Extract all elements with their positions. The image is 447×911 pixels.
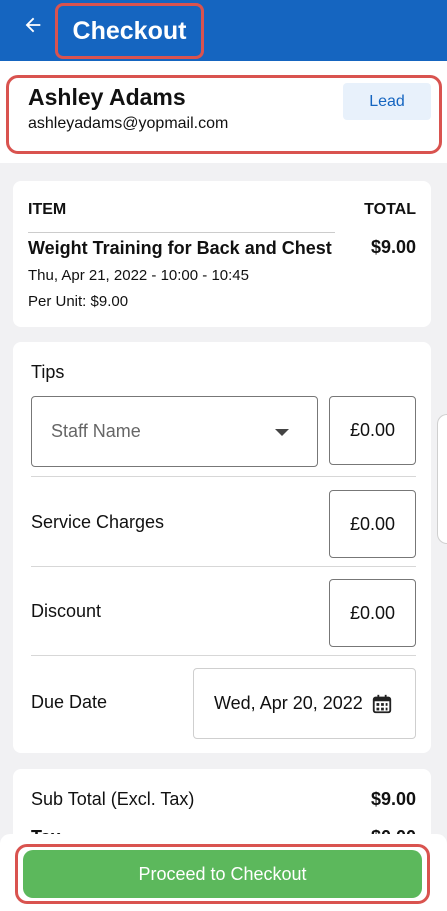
charges-card: Tips Staff Name £0.00 Service Charges £0… <box>13 342 431 753</box>
header-divider <box>28 232 335 233</box>
service-charges-field[interactable]: £0.00 <box>329 490 416 558</box>
item-name: Weight Training for Back and Chest <box>28 238 332 258</box>
discount-label: Discount <box>31 601 102 621</box>
column-header-total: TOTAL <box>364 201 416 218</box>
due-date-field[interactable]: Wed, Apr 20, 2022 <box>193 668 416 739</box>
app-bar: Checkout <box>0 0 447 61</box>
service-charges-label: Service Charges <box>31 512 165 532</box>
item-unit-price: Per Unit: $9.00 <box>28 293 129 310</box>
cta-highlight: Proceed to Checkout <box>15 844 430 904</box>
customer-name: Ashley Adams <box>28 84 186 110</box>
page-title: Checkout <box>72 16 187 45</box>
arrow-left-icon <box>25 17 41 33</box>
tips-label: Tips <box>31 362 65 382</box>
item-price: $9.00 <box>370 237 416 257</box>
subtotal-value: $9.00 <box>370 789 416 809</box>
staff-name-placeholder: Staff Name <box>51 421 141 441</box>
title-highlight: Checkout <box>55 3 204 59</box>
proceed-to-checkout-button[interactable]: Proceed to Checkout <box>23 850 422 898</box>
tips-amount-field[interactable]: £0.00 <box>329 396 416 465</box>
divider <box>31 566 416 567</box>
customer-email: ashleyadams@yopmail.com <box>28 115 229 132</box>
customer-panel: Ashley Adams ashleyadams@yopmail.com Lea… <box>0 61 447 163</box>
chevron-down-icon <box>275 429 289 436</box>
subtotal-label: Sub Total (Excl. Tax) <box>31 789 195 809</box>
column-header-item: ITEM <box>28 201 67 218</box>
customer-highlight: Ashley Adams ashleyadams@yopmail.com Lea… <box>6 75 442 154</box>
divider <box>31 476 416 477</box>
back-button[interactable] <box>18 10 48 40</box>
due-date-value: Wed, Apr 20, 2022 <box>214 693 363 713</box>
staff-name-select[interactable]: Staff Name <box>31 396 318 467</box>
calendar-icon[interactable] <box>371 693 393 715</box>
item-date: Thu, Apr 21, 2022 - 10:00 - 10:45 <box>28 267 249 284</box>
side-panel-handle[interactable] <box>437 414 447 544</box>
divider <box>31 655 416 656</box>
footer-bar: Proceed to Checkout <box>0 834 447 911</box>
items-card: ITEM TOTAL Weight Training for Back and … <box>13 181 431 327</box>
discount-field[interactable]: £0.00 <box>329 579 416 647</box>
status-badge: Lead <box>343 83 431 120</box>
due-date-label: Due Date <box>31 692 108 712</box>
